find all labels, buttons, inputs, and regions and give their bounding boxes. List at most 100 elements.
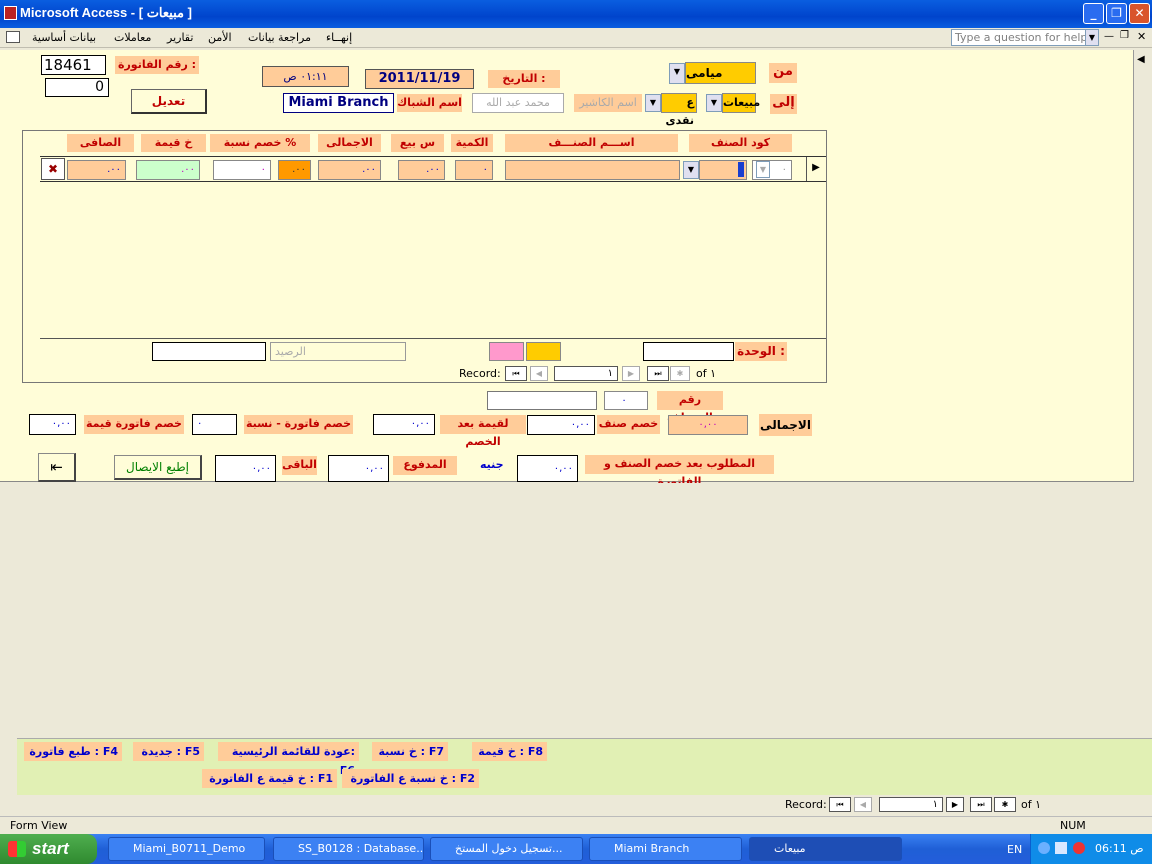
discount-pct-field[interactable]: ٠ bbox=[213, 160, 271, 180]
menu-transactions[interactable]: معاملات bbox=[114, 31, 151, 44]
paid-field[interactable]: ٠,٠٠ bbox=[328, 455, 389, 482]
sub-next-record-icon[interactable]: ▶ bbox=[622, 366, 640, 381]
access-app-icon[interactable] bbox=[4, 6, 17, 20]
main-last-record-icon[interactable]: ⏭ bbox=[970, 797, 992, 812]
cashier-field: محمد عبد الله bbox=[472, 93, 564, 113]
help-search-input[interactable]: Type a question for help bbox=[951, 29, 1098, 46]
delete-row-icon[interactable]: ✖ bbox=[41, 158, 65, 180]
unit-label: الوحدة : bbox=[735, 342, 787, 361]
paid-label: المدفوع bbox=[393, 456, 457, 475]
form-scrollbar[interactable]: ◀ bbox=[1133, 50, 1152, 482]
row-bottom-border bbox=[40, 181, 826, 182]
mdi-minimize-icon[interactable]: — bbox=[1104, 31, 1114, 42]
task-login-form[interactable]: تسجيل دخول المستخ... bbox=[430, 837, 583, 861]
menu-reports[interactable]: تقارير bbox=[167, 31, 193, 44]
balance-field bbox=[152, 342, 266, 361]
close-button[interactable]: ✕ bbox=[1129, 3, 1150, 24]
main-record-number[interactable]: ١ bbox=[879, 797, 943, 812]
help-dropdown-icon[interactable]: ▼ bbox=[1085, 29, 1099, 46]
network-icon[interactable] bbox=[1055, 842, 1067, 854]
row-selector-icon[interactable]: ▶ bbox=[806, 157, 825, 181]
maximize-button[interactable]: ❐ bbox=[1106, 3, 1127, 24]
date-label: التاريخ : bbox=[488, 70, 560, 88]
start-button[interactable]: start bbox=[0, 834, 97, 864]
invoice-number-field[interactable]: 18461 bbox=[41, 55, 106, 75]
window-title: Microsoft Access - [ مبيعات ] bbox=[20, 5, 192, 20]
main-first-record-icon[interactable]: ⏮ bbox=[829, 797, 851, 812]
item-code-dropdown-icon[interactable]: ▼ bbox=[756, 161, 770, 178]
sub-first-record-icon[interactable]: ⏮ bbox=[505, 366, 527, 381]
mdi-restore-icon[interactable]: ❐ bbox=[1120, 30, 1129, 41]
sale-type-dropdown-icon[interactable]: ▼ bbox=[706, 94, 722, 112]
task-database[interactable]: SS_B0128 : Database... bbox=[273, 837, 424, 861]
antivirus-icon[interactable] bbox=[1073, 842, 1085, 854]
invoice-disc-value-field[interactable]: ٠,٠٠ bbox=[29, 414, 76, 435]
from-label: من bbox=[769, 63, 797, 83]
menu-basic-data[interactable]: بيانات أساسية bbox=[32, 31, 96, 44]
invoice-disc-pct-field[interactable]: ٠ bbox=[192, 414, 237, 435]
unit-field[interactable] bbox=[643, 342, 734, 361]
discount-value-field[interactable]: .٠٠ bbox=[136, 160, 200, 180]
sale-type-select[interactable]: مبيعات bbox=[722, 93, 760, 113]
row-top-border bbox=[40, 156, 826, 157]
form-icon[interactable] bbox=[6, 31, 20, 43]
fkey-f6: عودة للقائمة الرئيسية: F6 bbox=[218, 742, 359, 777]
date-field[interactable]: 2011/11/19 bbox=[365, 69, 474, 89]
menu-exit[interactable]: إنهــاء bbox=[326, 31, 352, 44]
total-label: الاجمالى bbox=[759, 414, 812, 436]
pay-type-select[interactable]: ع نقدى bbox=[661, 93, 697, 127]
currency-label: جنيه bbox=[480, 458, 504, 471]
remaining-field: ٠,٠٠ bbox=[215, 455, 276, 482]
from-dropdown-icon[interactable]: ▼ bbox=[669, 63, 685, 84]
tray-arrow-icon[interactable] bbox=[1038, 842, 1050, 854]
col-quantity: الكمية bbox=[451, 134, 493, 152]
print-receipt-button[interactable]: إطبع الايصال bbox=[114, 455, 202, 480]
required-amount-label: المطلوب بعد خصم الصنف و الفاتورة bbox=[585, 455, 774, 488]
item-name-field[interactable] bbox=[505, 160, 680, 180]
main-prev-record-icon[interactable]: ◀ bbox=[854, 797, 872, 812]
sub-record-label: Record: bbox=[459, 367, 501, 380]
invoice-disc-value-label: خصم فاتورة قيمة bbox=[84, 415, 184, 434]
task-folder[interactable]: Miami_B0711_Demo bbox=[108, 837, 265, 861]
quantity-field[interactable]: ٠ bbox=[455, 160, 493, 180]
main-record-label: Record: bbox=[785, 798, 827, 811]
task-sales-form[interactable]: مبيعات bbox=[749, 837, 902, 861]
employee-name-field bbox=[487, 391, 597, 410]
item-discount-field[interactable]: ٠,٠٠ bbox=[527, 415, 595, 435]
language-indicator[interactable]: EN bbox=[1007, 843, 1022, 856]
status-bar: Form View NUM bbox=[0, 816, 1152, 834]
status-pink-box bbox=[489, 342, 524, 361]
main-new-record-icon[interactable]: ✱ bbox=[994, 797, 1016, 812]
menu-security[interactable]: الأمن bbox=[208, 31, 232, 44]
after-discount-field[interactable]: ٠,٠٠ bbox=[373, 414, 435, 435]
item-discount-label: خصم صنف bbox=[597, 415, 660, 434]
menu-review[interactable]: مراجعة بيانات bbox=[248, 31, 311, 44]
start-label: start bbox=[32, 839, 69, 858]
discount-pct-flag[interactable]: .٠٠ bbox=[278, 160, 311, 180]
employee-number-field[interactable]: ٠ bbox=[604, 391, 648, 410]
required-amount-field[interactable]: ٠,٠٠ bbox=[517, 455, 578, 482]
col-item-name: اســـم الصنـــف bbox=[505, 134, 678, 152]
sub-new-record-icon[interactable]: ✱ bbox=[670, 366, 690, 381]
sub-record-number[interactable]: ١ bbox=[554, 366, 618, 381]
scroll-left-icon[interactable]: ◀ bbox=[1137, 54, 1145, 65]
employee-number-label: رقم الموظف bbox=[657, 391, 723, 424]
task-miami-branch[interactable]: Miami Branch bbox=[589, 837, 742, 861]
price-field[interactable]: .٠٠ bbox=[398, 160, 445, 180]
pay-type-dropdown-icon[interactable]: ▼ bbox=[645, 94, 661, 112]
exit-door-icon[interactable]: ⇤ bbox=[38, 453, 76, 482]
main-next-record-icon[interactable]: ▶ bbox=[946, 797, 964, 812]
sub-last-record-icon[interactable]: ⏭ bbox=[647, 366, 669, 381]
col-discount-pct: خصم نسبة % bbox=[210, 134, 310, 152]
net-field[interactable]: .٠٠ bbox=[67, 160, 126, 180]
sub-prev-record-icon[interactable]: ◀ bbox=[530, 366, 548, 381]
invoice-sub-field[interactable]: 0 bbox=[45, 78, 109, 97]
edit-button[interactable]: تعديل bbox=[131, 89, 207, 114]
mdi-close-icon[interactable]: ✕ bbox=[1137, 30, 1146, 43]
minimize-button[interactable]: _ bbox=[1083, 3, 1104, 24]
total-field[interactable]: .٠٠ bbox=[318, 160, 381, 180]
col-net: الصافى bbox=[67, 134, 134, 152]
item-name-dropdown-icon[interactable]: ▼ bbox=[683, 161, 699, 179]
from-select[interactable]: ميامى bbox=[685, 62, 756, 84]
num-lock-indicator: NUM bbox=[1060, 819, 1086, 832]
